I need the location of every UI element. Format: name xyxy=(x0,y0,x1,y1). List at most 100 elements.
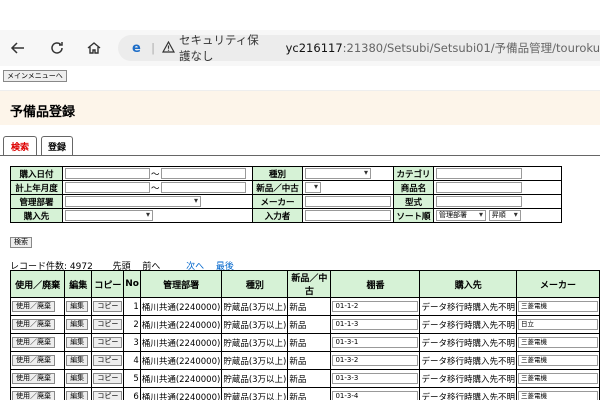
fiscal-month-to-input[interactable] xyxy=(160,182,246,193)
security-status-text[interactable]: セキュリティ保護なし xyxy=(179,32,270,64)
search-form: 購入日付 ～ 種別 カテゴリ 計上年月度 ～ 新品／中古 商品名 管理部署 メー… xyxy=(10,166,562,223)
url-path: :21380/Setsubi/Setsubi01/予備品管理/touroku xyxy=(342,41,600,55)
model-input[interactable] xyxy=(436,196,522,207)
copy-cell: コピー xyxy=(91,351,125,370)
row-type: 貯蔵品(3万以上) xyxy=(221,297,289,316)
copy-cell: コピー xyxy=(91,387,125,400)
row-condition: 新品 xyxy=(287,297,332,316)
copy-button[interactable]: コピー xyxy=(93,355,123,366)
use-dispose-button[interactable]: 使用／廃棄 xyxy=(12,319,55,330)
copy-button[interactable]: コピー xyxy=(93,391,123,400)
maker-cell: 三菱電機 xyxy=(515,387,600,400)
shelf-input[interactable]: 01-3-2 xyxy=(332,355,419,366)
shelf-cell: 01-3-1 xyxy=(330,333,421,352)
row-dept: 桶川共通(2240000) xyxy=(139,387,223,400)
address-bar[interactable]: e | セキュリティ保護なし yc216117 :21380/Setsubi/S… xyxy=(118,32,600,64)
shelf-input[interactable]: 01-3-4 xyxy=(332,391,419,400)
row-condition: 新品 xyxy=(287,369,332,388)
table-row: 使用／廃棄 編集 コピー 6 桶川共通(2240000) 貯蔵品(3万以上) 新品 01-3-… xyxy=(9,387,600,400)
reload-icon[interactable] xyxy=(47,38,67,58)
col-header-use: 使用／廃棄 xyxy=(9,270,66,298)
row-number: 5 xyxy=(123,369,141,388)
shelf-cell: 01-3-2 xyxy=(330,351,421,370)
sort-field-select[interactable]: 管理部署 xyxy=(436,210,486,221)
use-dispose-button[interactable]: 使用／廃棄 xyxy=(12,373,55,384)
registrant-input[interactable] xyxy=(305,210,391,221)
edit-button[interactable]: 編集 xyxy=(66,373,89,384)
purchase-date-from-input[interactable] xyxy=(65,168,150,179)
browser-toolbar: e | セキュリティ保護なし yc216117 :21380/Setsubi/S… xyxy=(0,30,600,66)
maker-input[interactable] xyxy=(305,196,391,207)
edit-button[interactable]: 編集 xyxy=(66,391,89,400)
row-condition: 新品 xyxy=(287,333,332,352)
row-vendor: データ移行時購入先不明 xyxy=(419,333,517,352)
edit-button[interactable]: 編集 xyxy=(66,355,89,366)
maker-select[interactable]: 三菱電機 xyxy=(517,391,598,400)
dept-cell xyxy=(62,194,253,209)
dept-label: 管理部署 xyxy=(10,194,63,209)
col-header-condition: 新品／中古 xyxy=(287,270,332,298)
new-used-label: 新品／中古 xyxy=(252,180,303,195)
maker-select[interactable]: 三菱電機 xyxy=(517,337,598,348)
tab-search[interactable]: 検索 xyxy=(3,136,37,156)
use-dispose-button[interactable]: 使用／廃棄 xyxy=(12,301,55,312)
row-type: 貯蔵品(3万以上) xyxy=(221,333,289,352)
vendor-select[interactable] xyxy=(65,210,153,221)
row-dept: 桶川共通(2240000) xyxy=(139,297,223,316)
copy-button[interactable]: コピー xyxy=(93,301,123,312)
category2-label: カテゴリ xyxy=(393,166,434,181)
sort-cell: 管理部署 昇順 xyxy=(433,208,562,223)
col-header-edit: 編集 xyxy=(64,270,93,298)
col-header-dept: 管理部署 xyxy=(139,270,223,298)
use-cell: 使用／廃棄 xyxy=(9,369,66,388)
product-name-input[interactable] xyxy=(436,182,522,193)
main-menu-button[interactable]: メインメニューへ xyxy=(3,70,67,82)
back-arrow-icon[interactable] xyxy=(8,38,28,58)
sort-order-select[interactable]: 昇順 xyxy=(488,210,521,221)
edit-cell: 編集 xyxy=(64,387,93,400)
fiscal-month-from-input[interactable] xyxy=(65,182,150,193)
address-divider: | xyxy=(151,41,155,55)
category-cell xyxy=(302,166,394,181)
shelf-input[interactable]: 01-1-2 xyxy=(332,301,419,312)
maker-select[interactable]: 日立 xyxy=(517,319,598,330)
copy-button[interactable]: コピー xyxy=(93,319,123,330)
use-dispose-button[interactable]: 使用／廃棄 xyxy=(12,337,55,348)
maker-cell: 三菱電機 xyxy=(515,333,600,352)
edit-button[interactable]: 編集 xyxy=(66,319,89,330)
row-number: 2 xyxy=(123,315,141,334)
edit-button[interactable]: 編集 xyxy=(66,337,89,348)
maker-select[interactable]: 三菱電機 xyxy=(517,373,598,384)
copy-button[interactable]: コピー xyxy=(93,373,123,384)
shelf-cell: 01-1-2 xyxy=(330,297,421,316)
maker-select[interactable]: 三菱電機 xyxy=(517,301,598,312)
search-button[interactable]: 検索 xyxy=(10,237,32,248)
category-select[interactable] xyxy=(305,168,371,179)
copy-button[interactable]: コピー xyxy=(93,337,123,348)
shelf-input[interactable]: 01-3-3 xyxy=(332,373,419,384)
shelf-input[interactable]: 01-3-1 xyxy=(332,337,419,348)
edit-button[interactable]: 編集 xyxy=(66,301,89,312)
row-dept: 桶川共通(2240000) xyxy=(139,333,223,352)
shelf-input[interactable]: 01-1-3 xyxy=(332,319,419,330)
home-icon[interactable] xyxy=(84,38,104,58)
purchase-date-to-input[interactable] xyxy=(160,168,246,179)
category2-input[interactable] xyxy=(436,168,522,179)
new-used-select[interactable] xyxy=(305,182,321,193)
range-tilde: ～ xyxy=(151,169,160,180)
category-label: 種別 xyxy=(252,166,303,181)
tab-register[interactable]: 登録 xyxy=(41,136,73,156)
dept-select[interactable] xyxy=(65,196,201,207)
col-header-maker: メーカー xyxy=(515,270,600,298)
use-dispose-button[interactable]: 使用／廃棄 xyxy=(12,355,55,366)
row-dept: 桶川共通(2240000) xyxy=(139,351,223,370)
row-type: 貯蔵品(3万以上) xyxy=(221,351,289,370)
use-dispose-button[interactable]: 使用／廃棄 xyxy=(12,391,55,400)
col-header-type: 種別 xyxy=(221,270,289,298)
vendor-label: 購入先 xyxy=(10,208,63,223)
warning-icon[interactable] xyxy=(161,40,175,56)
maker-select[interactable]: 三菱電機 xyxy=(517,355,598,366)
maker-label: メーカー xyxy=(252,194,303,209)
edit-cell: 編集 xyxy=(64,369,93,388)
copy-cell: コピー xyxy=(91,369,125,388)
